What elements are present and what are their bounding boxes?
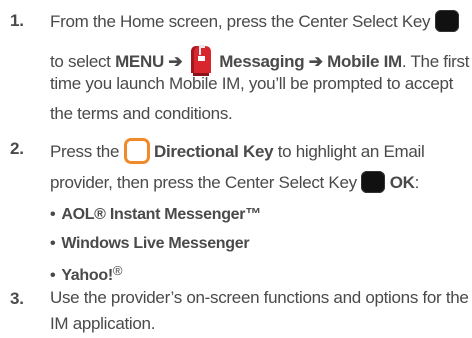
- step-1-number: 1.: [10, 11, 24, 30]
- step-3-number: 3.: [10, 289, 24, 308]
- list-item: • Yahoo!®: [50, 263, 123, 284]
- step-1-line-2: to select MENU ➔ Messaging ➔ Mobile IM. …: [50, 43, 469, 77]
- instructions-page: 1. From the Home screen, press the Cente…: [0, 0, 472, 338]
- messaging-mailbox-icon: [190, 45, 211, 76]
- step-3-line-2: IM application.: [50, 314, 156, 333]
- step-1-line-4: the terms and conditions.: [50, 104, 233, 123]
- step-2-line-2: provider, then press the Center Select K…: [50, 171, 420, 193]
- center-select-key-icon: [434, 10, 459, 32]
- directional-key-icon: [123, 138, 150, 164]
- step-2-line-1: Press the Directional Key to highlight a…: [50, 138, 464, 164]
- step-1-line-1: From the Home screen, press the Center S…: [50, 10, 464, 32]
- center-select-key-icon: [361, 171, 386, 193]
- step-2-number: 2.: [10, 139, 24, 158]
- step-1-line-3: time you launch Mobile IM, you’ll be pro…: [50, 74, 454, 93]
- list-item: • Windows Live Messenger: [50, 235, 250, 252]
- step-3-line-1: Use the provider’s on-screen functions a…: [50, 288, 469, 307]
- list-item: • AOL® Instant Messenger™: [50, 206, 261, 223]
